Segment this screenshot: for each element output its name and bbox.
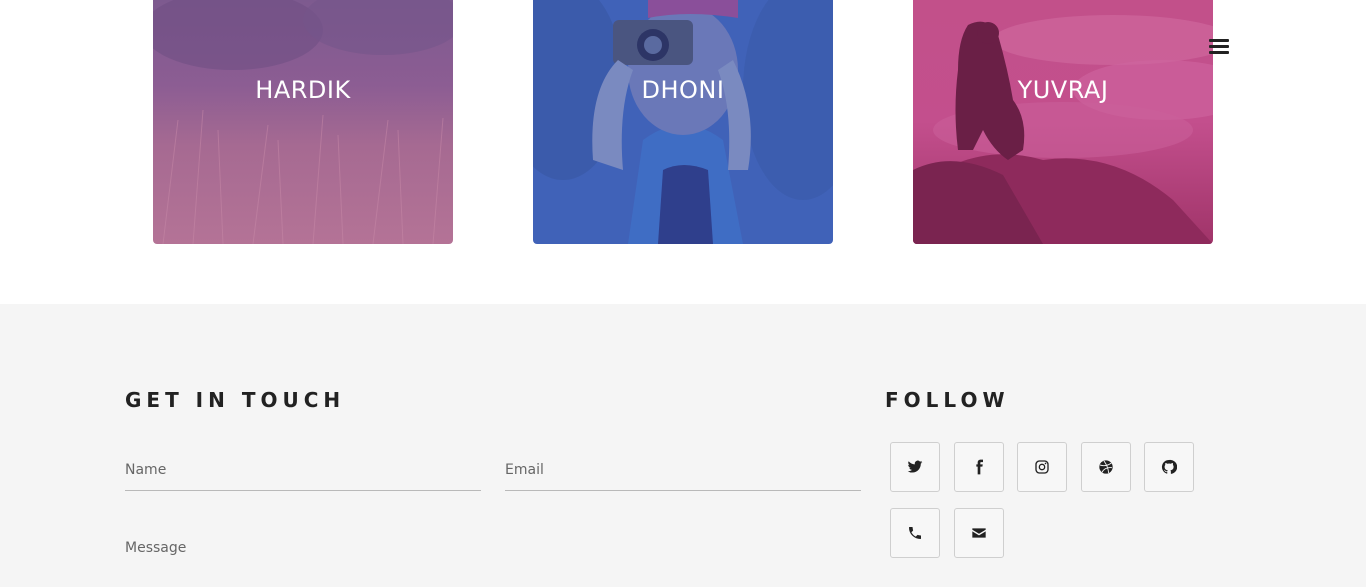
team-card-yuvraj[interactable]: YUVRAJ [913,0,1213,244]
email-button[interactable] [954,508,1004,558]
team-card-image [913,0,1213,244]
facebook-button[interactable] [954,442,1004,492]
footer-section: GET IN TOUCH FOLLOW [0,304,1366,587]
dribbble-icon [1099,460,1113,474]
team-card-hardik[interactable]: HARDIK [153,0,453,244]
dribbble-button[interactable] [1081,442,1131,492]
hamburger-menu-button[interactable] [1209,39,1229,57]
twitter-button[interactable] [890,442,940,492]
team-section: HARDIK DHONI YUVRAJ [0,0,1366,304]
hamburger-icon [1209,39,1229,42]
name-field[interactable] [125,450,481,491]
phone-button[interactable] [890,508,940,558]
twitter-icon [907,460,923,473]
contact-heading: GET IN TOUCH [125,388,346,412]
github-button[interactable] [1144,442,1194,492]
message-field[interactable] [125,540,861,585]
phone-icon [909,527,921,539]
instagram-button[interactable] [1017,442,1067,492]
team-card-image [533,0,833,244]
team-card-dhoni[interactable]: DHONI [533,0,833,244]
follow-heading: FOLLOW [885,388,1010,412]
team-member-name: DHONI [641,76,725,104]
team-member-name: HARDIK [255,76,351,104]
instagram-icon [1035,460,1049,474]
facebook-icon [976,459,983,475]
envelope-icon [972,528,986,538]
github-icon [1161,459,1177,474]
email-field[interactable] [505,450,861,491]
message-input[interactable] [125,540,861,580]
team-member-name: YUVRAJ [1017,76,1109,104]
name-input[interactable] [125,450,481,490]
team-card-image [153,0,453,244]
email-input[interactable] [505,450,861,490]
